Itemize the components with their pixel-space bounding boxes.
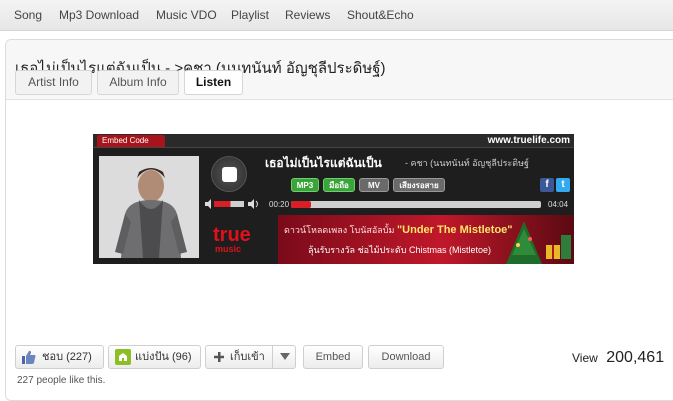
- plus-icon: [214, 352, 224, 362]
- nav-playlist[interactable]: Playlist: [231, 8, 269, 22]
- promo-banner[interactable]: ดาวน์โหลดเพลง โบนัสอัลบั้ม "Under The Mi…: [278, 215, 574, 264]
- seek-progress: [291, 201, 311, 208]
- top-nav: Song Mp3 Download Music VDO Playlist Rev…: [0, 0, 673, 31]
- player-top-bar: Embed Code www.truelife.com: [93, 134, 574, 148]
- time-total: 04:04: [548, 200, 569, 209]
- volume-level: [214, 201, 231, 207]
- site-url[interactable]: www.truelife.com: [488, 134, 570, 148]
- dropdown-divider: [272, 346, 273, 368]
- tab-listen[interactable]: Listen: [184, 70, 243, 95]
- ringback-button[interactable]: เสียงรอสาย: [393, 178, 445, 192]
- stop-icon: [222, 167, 237, 182]
- mp3-button[interactable]: MP3: [291, 178, 319, 192]
- share-icon: [115, 349, 131, 365]
- album-cover: [99, 156, 199, 258]
- like-button[interactable]: ชอบ (227): [15, 345, 104, 369]
- share-button[interactable]: แบ่งปัน (96): [108, 345, 201, 369]
- embed-button[interactable]: Embed: [303, 345, 363, 369]
- time-elapsed: 00:20: [269, 200, 290, 209]
- nav-reviews[interactable]: Reviews: [285, 8, 330, 22]
- like-label: ชอบ (227): [42, 351, 92, 363]
- save-label: เก็บเข้า: [230, 351, 265, 363]
- twitter-icon[interactable]: t: [556, 178, 570, 192]
- play-stop-button[interactable]: [211, 156, 247, 192]
- music-player: Embed Code www.truelife.com เธอไม่เป็นไร…: [93, 134, 574, 264]
- save-to-button[interactable]: เก็บเข้า: [205, 345, 296, 369]
- nav-music-vdo[interactable]: Music VDO: [156, 8, 217, 22]
- nav-song[interactable]: Song: [14, 8, 42, 22]
- banner-line-1: ดาวน์โหลดเพลง โบนัสอัลบั้ม "Under The Mi…: [284, 223, 513, 237]
- mv-button[interactable]: MV: [359, 178, 389, 192]
- nav-shout-echo[interactable]: Shout&Echo: [347, 8, 414, 22]
- banner-line-2: ลุ้นรับรางวัล ช่อไม้ประดับ Chistmas (Mis…: [308, 245, 491, 255]
- banner-highlight: "Under The Mistletoe": [396, 224, 513, 236]
- true-music-logo: true music: [213, 224, 271, 256]
- mobile-button[interactable]: มือถือ: [323, 178, 355, 192]
- chevron-down-icon[interactable]: [280, 353, 290, 361]
- volume-low-icon: [205, 199, 211, 209]
- views-label: View: [572, 351, 598, 365]
- tab-artist-info[interactable]: Artist Info: [15, 70, 92, 95]
- download-button[interactable]: Download: [368, 345, 444, 369]
- player-song-artist: - คชา (นนทนันท์ อัญชุลีประดิษฐ์: [405, 158, 529, 168]
- facebook-icon[interactable]: f: [540, 178, 554, 192]
- views-number: 200,461: [606, 349, 665, 366]
- embed-code-tab[interactable]: Embed Code: [97, 135, 165, 147]
- logo-sub-text: music: [215, 244, 242, 254]
- volume-control[interactable]: [205, 198, 261, 210]
- volume-high-icon: [248, 199, 254, 209]
- banner-line-1-text: ดาวน์โหลดเพลง โบนัสอัลบั้ม: [284, 225, 395, 235]
- nav-mp3-download[interactable]: Mp3 Download: [59, 8, 139, 22]
- thumbs-up-icon: [22, 350, 36, 364]
- share-label: แบ่งปัน (96): [135, 351, 192, 363]
- artist-photo-icon: [99, 156, 199, 258]
- likes-note: 227 people like this.: [17, 375, 106, 386]
- seek-bar[interactable]: [291, 201, 541, 208]
- player-song-title: เธอไม่เป็นไรแต่ฉันเป็น: [265, 156, 382, 170]
- tab-album-info[interactable]: Album Info: [97, 70, 179, 95]
- view-count: View 200,461: [572, 349, 664, 367]
